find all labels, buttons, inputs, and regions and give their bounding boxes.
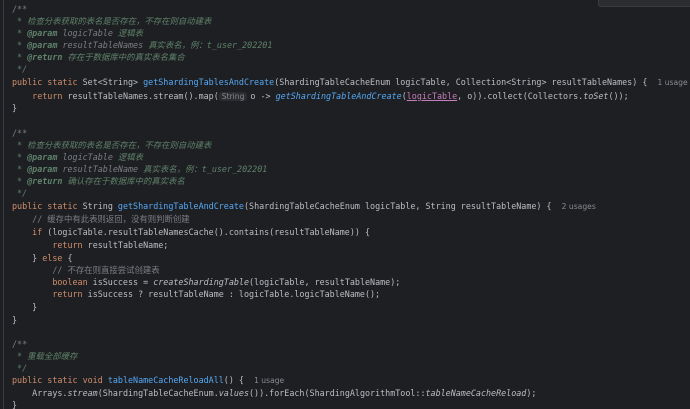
method-params: (ShardingTableCacheEnum logicTable, Stri… (243, 201, 552, 211)
doc-close: */ (12, 188, 28, 198)
usage-link[interactable]: 1 usage (657, 78, 687, 87)
if-keyword: if (32, 227, 43, 237)
code-comment: // 不存在则直接尝试创建表 (12, 264, 160, 276)
doc-close: */ (12, 64, 28, 74)
method-call[interactable]: values (219, 388, 249, 398)
lambda-param[interactable]: logicTable (407, 91, 457, 101)
doc-param-desc: 逻辑表 (117, 152, 144, 162)
doc-param-line: * @param logicTable 逻辑表 (12, 28, 144, 38)
return-type: Set<String> (82, 77, 139, 87)
gutter-guide-line (3, 0, 4, 409)
doc-param-name: logicTable (62, 152, 113, 162)
code-text: (logicTable, resultTableName); (249, 277, 401, 287)
modifier-keyword: public static (12, 77, 78, 87)
code-text: resultTableNames.stream().map( (67, 91, 219, 101)
doc-tag: @param (27, 28, 58, 38)
code-line: return resultTableName; (12, 239, 168, 251)
doc-param-name: resultTableNames (62, 40, 144, 50)
return-keyword: return (52, 240, 83, 250)
doc-tag: @return (27, 52, 63, 62)
code-text: ()).forEach(ShardingAlgorithmTool:: (249, 388, 426, 398)
method-signature[interactable]: public static String getShardingTableAnd… (12, 200, 596, 212)
doc-param-line: * @param logicTable 逻辑表 (12, 152, 144, 162)
closing-brace: } (32, 302, 38, 312)
method-call[interactable]: toSet (583, 91, 608, 101)
else-keyword: else (42, 253, 63, 263)
code-text: ()); (608, 91, 629, 101)
code-text: Arrays. (32, 388, 68, 398)
code-text: isSuccess ? resultTableName : logicTable… (82, 289, 381, 299)
method-params: (ShardingTableCacheEnum logicTable, Coll… (274, 77, 648, 87)
method-reference[interactable]: tableNameCacheReload (426, 388, 527, 398)
boolean-keyword: boolean (52, 277, 88, 287)
doc-return-desc: 存在于数据库中的真实表名集合 (67, 52, 185, 62)
doc-open: /** (12, 128, 28, 138)
doc-desc: * 检查分表获取的表名是否存在，不存在则自动建表 (12, 16, 212, 26)
method-name[interactable]: tableNameCacheReloadAll (108, 375, 224, 385)
code-line: boolean isSuccess = createShardingTable(… (12, 276, 400, 288)
code-text: o -> (250, 91, 276, 101)
code-line: } else { (12, 252, 73, 264)
method-call[interactable]: getShardingTableAndCreate (276, 91, 402, 101)
doc-param-desc: 真实表名，例：t_user_202201 (143, 164, 268, 174)
method-call[interactable]: createShardingTable (153, 277, 249, 287)
return-type: String (82, 201, 113, 211)
doc-desc: * 检查分表获取的表名是否存在，不存在则自动建表 (12, 140, 212, 150)
doc-tag: @return (27, 176, 63, 186)
method-name[interactable]: getShardingTablesAndCreate (143, 77, 274, 87)
code-line: return isSuccess ? resultTableName : log… (12, 288, 380, 300)
code-text: (logicTable.resultTableNamesCache().cont… (42, 227, 371, 237)
code-line: if (logicTable.resultTableNamesCache().c… (12, 226, 370, 238)
code-text: , o)).collect(Collectors. (457, 91, 584, 101)
doc-tag: @param (27, 152, 58, 162)
doc-param-name: logicTable (62, 28, 113, 38)
code-editor[interactable]: /** * 检查分表获取的表名是否存在，不存在则自动建表 * @param lo… (0, 0, 690, 409)
code-text: (ShardingTableCacheEnum. (97, 388, 219, 398)
doc-tag: @param (27, 164, 58, 174)
code-text: resultTableName; (82, 240, 169, 250)
doc-open: /** (12, 4, 28, 14)
code-text: { (62, 253, 73, 263)
doc-param-name: resultTableName (62, 164, 139, 174)
comment-text: // 缓存中有此表则返回，没有则判断创建 (32, 214, 190, 224)
doc-close: */ (12, 363, 28, 373)
usage-link[interactable]: 2 usages (562, 202, 596, 211)
code-comment: // 缓存中有此表则返回，没有则判断创建 (12, 213, 190, 225)
doc-param-line: * @param resultTableNames 真实表名，例：t_user_… (12, 40, 273, 50)
code-text: isSuccess = (87, 277, 154, 287)
type-inlay-hint: String (218, 92, 248, 101)
usage-link[interactable]: 1 usage (254, 376, 284, 385)
method-signature[interactable]: public static void tableNameCacheReloadA… (12, 374, 284, 386)
code-line: } (12, 301, 37, 313)
doc-tag: @param (27, 40, 58, 50)
doc-open: /** (12, 339, 28, 349)
return-keyword: return (52, 289, 83, 299)
doc-param-line: * @param resultTableName 真实表名，例：t_user_2… (12, 164, 268, 174)
doc-param-desc: 真实表名，例：t_user_202201 (148, 40, 273, 50)
code-line: Arrays.stream(ShardingTableCacheEnum.val… (12, 387, 536, 399)
code-text: } (32, 253, 43, 263)
method-signature[interactable]: public static Set<String> getShardingTab… (12, 76, 688, 88)
return-keyword: return (32, 91, 63, 101)
closing-brace: } (12, 103, 18, 113)
closing-brace: } (12, 315, 18, 325)
method-name[interactable]: getShardingTableAndCreate (118, 201, 244, 211)
top-right-popup[interactable] (598, 0, 690, 7)
comment-text: // 不存在则直接尝试创建表 (52, 265, 160, 275)
code-text: ); (526, 388, 537, 398)
doc-return-desc: 确认存在于数据库中的真实表名 (67, 176, 185, 186)
method-call[interactable]: stream (67, 388, 97, 398)
modifier-keyword: public static (12, 201, 78, 211)
doc-return-line: * @return 确认存在于数据库中的真实表名 (12, 176, 185, 186)
doc-param-desc: 逻辑表 (117, 28, 144, 38)
doc-return-line: * @return 存在于数据库中的真实表名集合 (12, 52, 185, 62)
code-line: return resultTableNames.stream().map(Str… (12, 90, 629, 102)
closing-brace: } (12, 400, 18, 409)
method-params: () { (223, 375, 244, 385)
modifier-keyword: public static void (12, 375, 103, 385)
doc-desc: * 重载全部缓存 (12, 351, 78, 361)
